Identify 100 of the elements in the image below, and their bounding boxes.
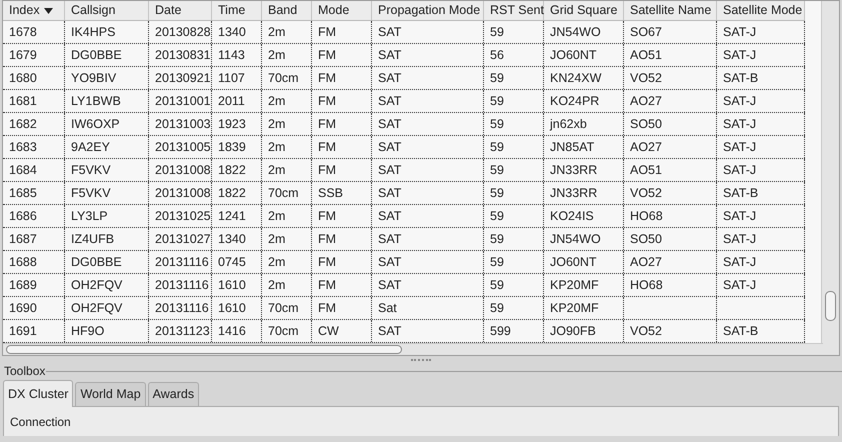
table-cell: 2m bbox=[262, 251, 312, 273]
column-header[interactable]: Time bbox=[212, 1, 262, 20]
column-header[interactable]: Band bbox=[262, 1, 312, 20]
table-cell: SAT bbox=[372, 182, 484, 204]
table-cell: VO52 bbox=[624, 67, 717, 89]
tab[interactable]: World Map bbox=[75, 382, 146, 406]
table-cell: JN33RR bbox=[544, 182, 624, 204]
column-header[interactable]: Callsign bbox=[65, 1, 149, 20]
table-cell: FM bbox=[312, 274, 372, 296]
table-cell: 59 bbox=[484, 159, 544, 181]
column-header[interactable]: RST Sent bbox=[484, 1, 544, 20]
table-cell: 20131116 bbox=[149, 297, 212, 319]
scrollbar-thumb[interactable] bbox=[825, 291, 836, 321]
column-header[interactable]: Propagation Mode bbox=[372, 1, 484, 20]
connection-label: Connection bbox=[10, 414, 71, 430]
table-cell: JO60NT bbox=[544, 44, 624, 66]
table-cell: 1685 bbox=[3, 182, 65, 204]
tab[interactable]: Awards bbox=[148, 382, 200, 406]
table-cell: SAT bbox=[372, 320, 484, 342]
table-cell: VO52 bbox=[624, 182, 717, 204]
table-cell: SAT bbox=[372, 228, 484, 250]
table-cell: JO90FB bbox=[544, 320, 624, 342]
table-cell: 1143 bbox=[212, 44, 262, 66]
table-cell: CW bbox=[312, 320, 372, 342]
table-cell: FM bbox=[312, 90, 372, 112]
table-cell: 1681 bbox=[3, 90, 65, 112]
table-cell: 1682 bbox=[3, 113, 65, 135]
vertical-scrollbar[interactable] bbox=[821, 1, 839, 355]
tab[interactable]: DX Cluster bbox=[3, 380, 74, 407]
table-cell: KO24IS bbox=[544, 205, 624, 227]
table-cell: FM bbox=[312, 228, 372, 250]
table-cell: JO60NT bbox=[544, 251, 624, 273]
splitter-handle[interactable] bbox=[411, 358, 431, 362]
table-cell: SAT-J bbox=[717, 136, 805, 158]
table-cell: 2m bbox=[262, 159, 312, 181]
table-cell: 20131008 bbox=[149, 182, 212, 204]
table-cell: 1684 bbox=[3, 159, 65, 181]
table-cell: FM bbox=[312, 21, 372, 43]
table-cell: HO68 bbox=[624, 274, 717, 296]
table-cell: DG0BBE bbox=[65, 44, 149, 66]
horizontal-scrollbar[interactable] bbox=[3, 343, 823, 355]
table-cell: SAT bbox=[372, 205, 484, 227]
table-cell: 0745 bbox=[212, 251, 262, 273]
table-cell: 1678 bbox=[3, 21, 65, 43]
table-cell: 20131001 bbox=[149, 90, 212, 112]
column-header[interactable]: Grid Square bbox=[544, 1, 624, 20]
scrollbar-thumb[interactable] bbox=[6, 345, 402, 354]
table-cell: FM bbox=[312, 205, 372, 227]
table-cell: jn62xb bbox=[544, 113, 624, 135]
table-cell: SAT bbox=[372, 67, 484, 89]
table-cell: SSB bbox=[312, 182, 372, 204]
table-cell: SAT bbox=[372, 159, 484, 181]
table-cell: SAT bbox=[372, 251, 484, 273]
toolbox-title: Toolbox bbox=[3, 364, 46, 378]
table-cell: FM bbox=[312, 297, 372, 319]
column-header[interactable]: Date bbox=[149, 1, 212, 20]
table-cell: JN54WO bbox=[544, 228, 624, 250]
table-cell: SAT bbox=[372, 21, 484, 43]
table-cell: AO27 bbox=[624, 251, 717, 273]
table-cell: 9A2EY bbox=[65, 136, 149, 158]
table-cell: SAT bbox=[372, 274, 484, 296]
table-cell: HF9O bbox=[65, 320, 149, 342]
table-cell: AO27 bbox=[624, 90, 717, 112]
table-cell: 1610 bbox=[212, 297, 262, 319]
column-header[interactable]: Index bbox=[3, 1, 65, 20]
table-cell: VO52 bbox=[624, 320, 717, 342]
table-cell: FM bbox=[312, 159, 372, 181]
table-cell: 2m bbox=[262, 228, 312, 250]
table-cell: FM bbox=[312, 251, 372, 273]
table-cell: 2m bbox=[262, 113, 312, 135]
column-header[interactable]: Satellite Mode bbox=[717, 1, 805, 20]
table-cell: AO51 bbox=[624, 159, 717, 181]
table-cell: 70cm bbox=[262, 67, 312, 89]
table-cell: JN85AT bbox=[544, 136, 624, 158]
column-header[interactable]: Satellite Name bbox=[624, 1, 717, 20]
table-cell: 1690 bbox=[3, 297, 65, 319]
table-cell: 2m bbox=[262, 136, 312, 158]
table-cell: YO9BIV bbox=[65, 67, 149, 89]
table-cell: 1107 bbox=[212, 67, 262, 89]
table-cell: 70cm bbox=[262, 297, 312, 319]
table-cell: 20131116 bbox=[149, 251, 212, 273]
table-cell: 59 bbox=[484, 205, 544, 227]
table-cell: 1340 bbox=[212, 228, 262, 250]
table-cell: Sat bbox=[372, 297, 484, 319]
table-cell: 59 bbox=[484, 67, 544, 89]
table-cell: JN54WO bbox=[544, 21, 624, 43]
table-cell: IW6OXP bbox=[65, 113, 149, 135]
table-cell: OH2FQV bbox=[65, 274, 149, 296]
table-cell: 1680 bbox=[3, 67, 65, 89]
table-cell: LY3LP bbox=[65, 205, 149, 227]
table-cell: 59 bbox=[484, 297, 544, 319]
table-cell: 20131116 bbox=[149, 274, 212, 296]
table-cell: FM bbox=[312, 136, 372, 158]
column-header[interactable]: Mode bbox=[312, 1, 372, 20]
table-cell: IK4HPS bbox=[65, 21, 149, 43]
table-cell: KP20MF bbox=[544, 274, 624, 296]
table-cell: 1839 bbox=[212, 136, 262, 158]
table-cell: 1241 bbox=[212, 205, 262, 227]
table-cell: 20130831 bbox=[149, 44, 212, 66]
table-cell: DG0BBE bbox=[65, 251, 149, 273]
